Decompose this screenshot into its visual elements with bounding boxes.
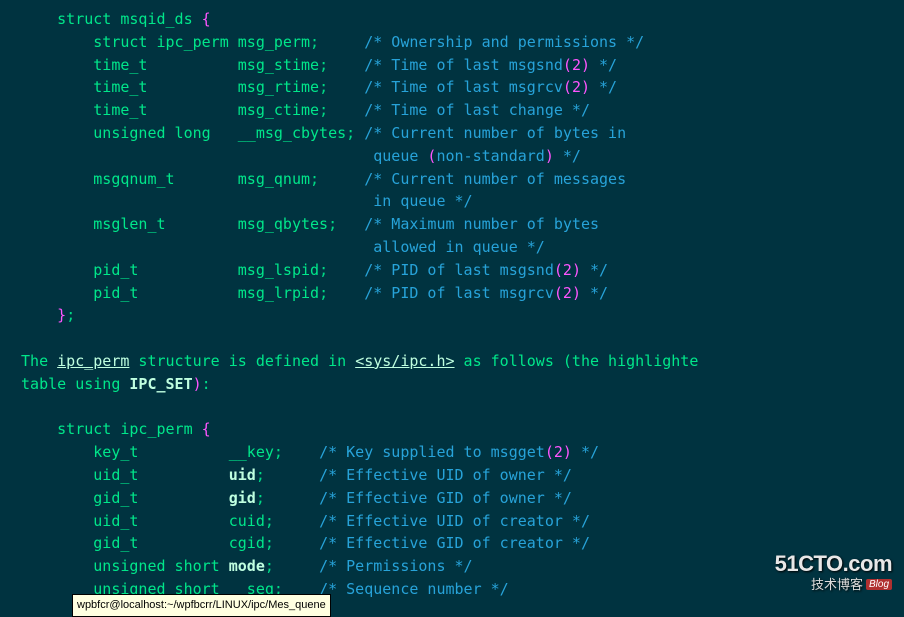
manpage-code-block: struct msqid_ds { struct ipc_perm msg_pe… <box>0 0 904 601</box>
watermark-site: 51CTO.com <box>775 552 892 576</box>
terminal-path-tooltip: wpbfcr@localhost:~/wpfbcrr/LINUX/ipc/Mes… <box>72 594 331 617</box>
watermark-sub: 技术博客 <box>811 577 863 592</box>
watermark-badge: Blog <box>866 579 892 590</box>
watermark-logo: 51CTO.com 技术博客Blog <box>775 552 892 593</box>
